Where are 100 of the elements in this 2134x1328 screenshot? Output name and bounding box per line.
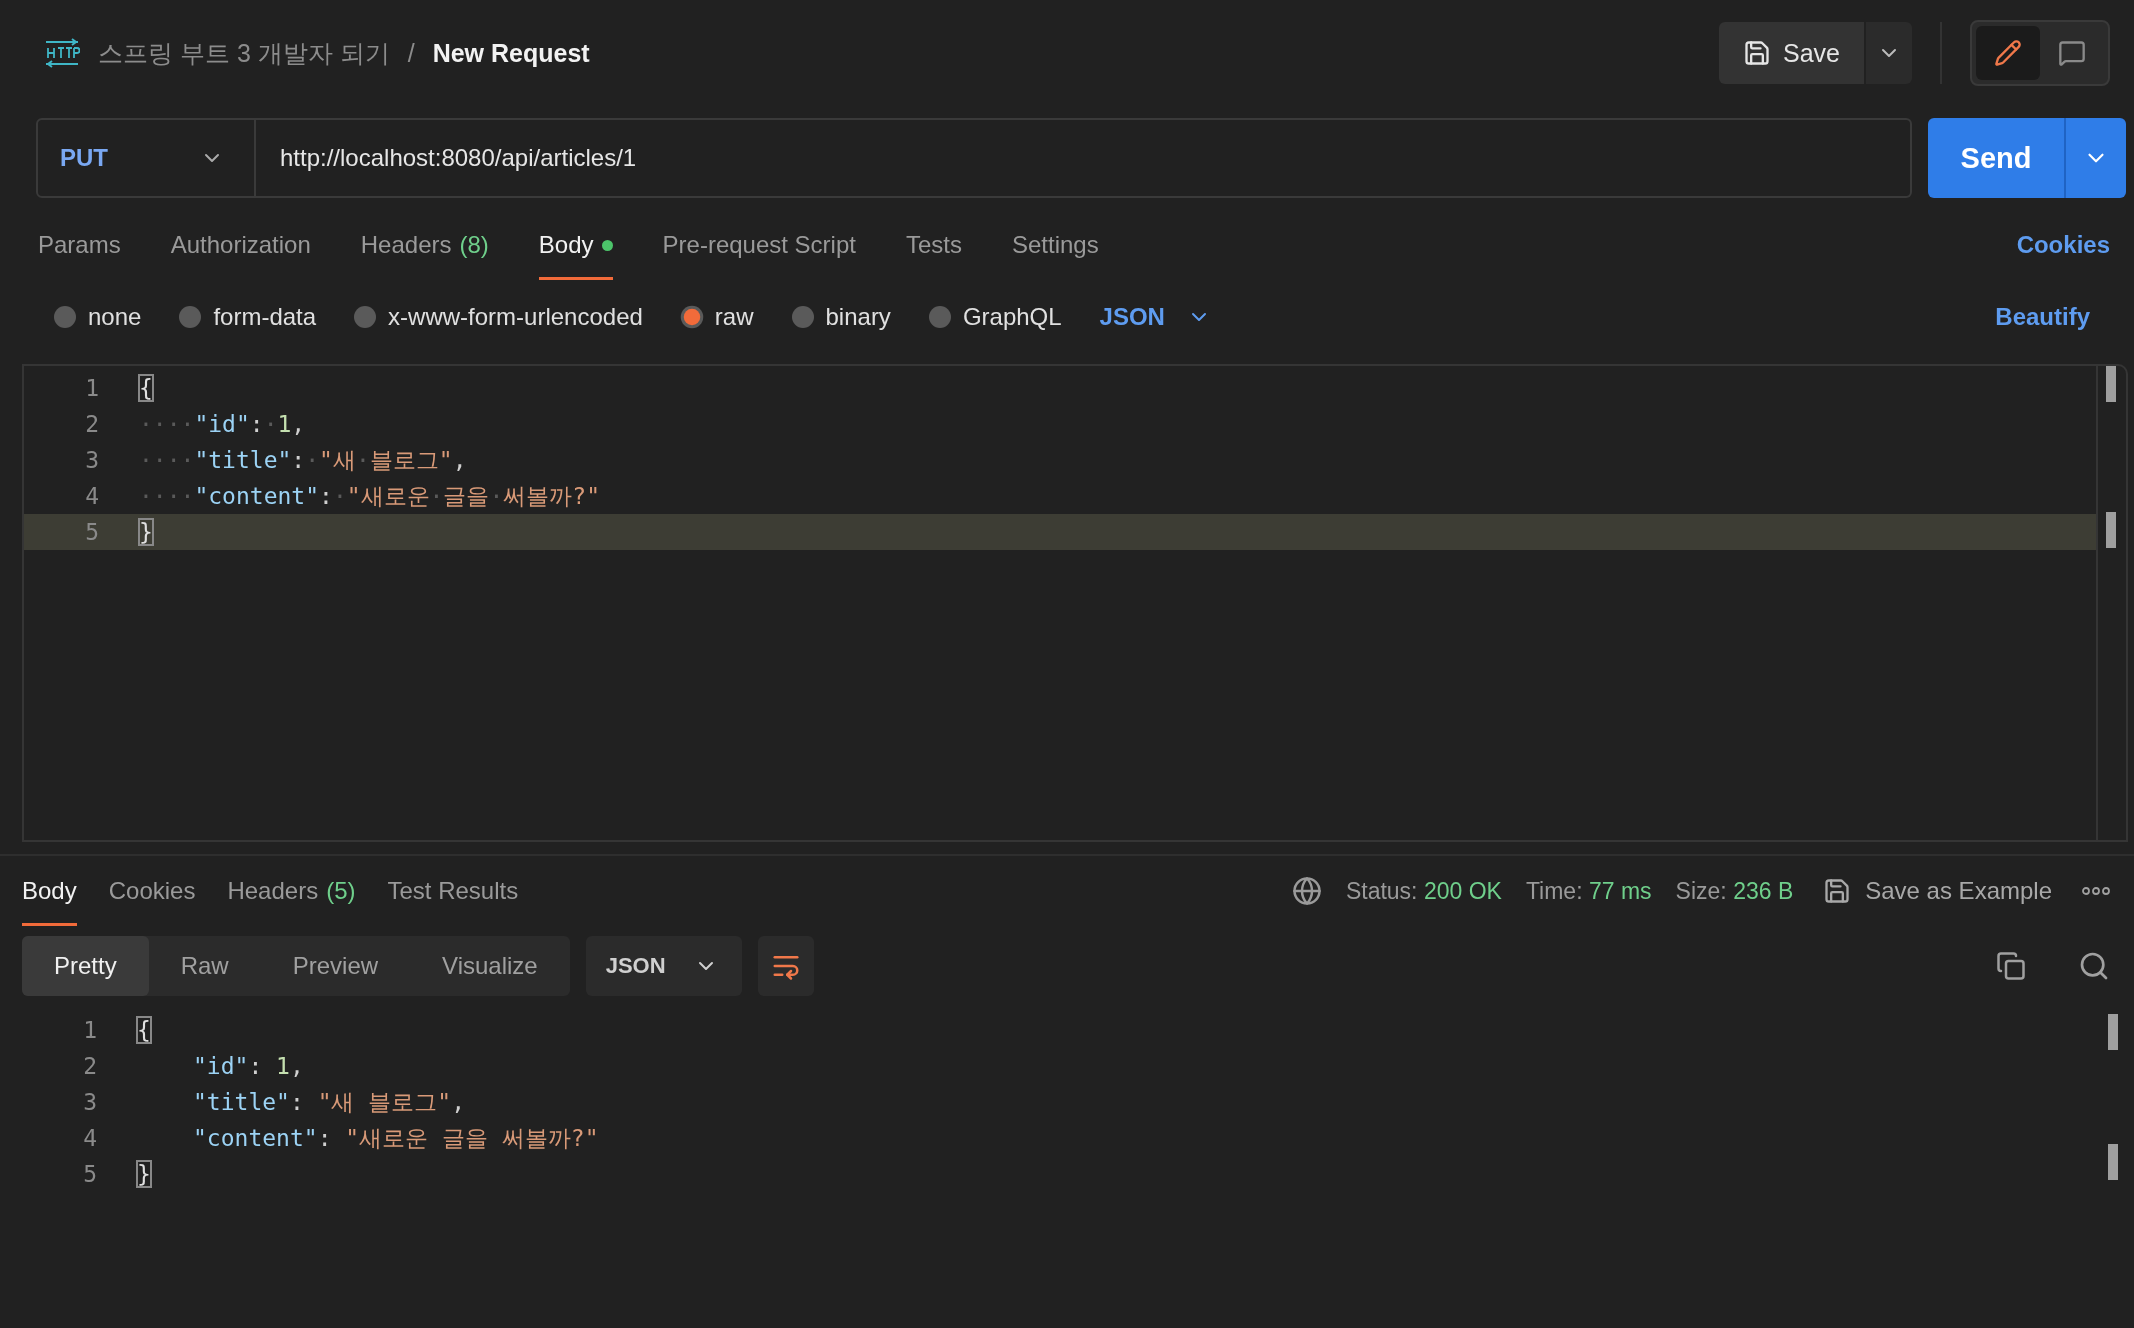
line-number: 2 — [82, 1053, 98, 1079]
response-format-dropdown[interactable]: JSON — [585, 936, 742, 996]
code-token: , — [291, 411, 306, 437]
whitespace-marker: · — [355, 447, 370, 473]
dots-icon — [2082, 887, 2110, 895]
method-dropdown[interactable]: PUT — [36, 118, 256, 198]
radio-button[interactable] — [179, 306, 202, 328]
whitespace-marker: · — [332, 483, 347, 509]
code-token: : — [317, 1125, 333, 1151]
scrollbar-thumb[interactable] — [2106, 366, 2116, 402]
scrollbar-thumb[interactable] — [2108, 1014, 2118, 1050]
code-token: "id" — [193, 1053, 249, 1079]
collection-name[interactable]: 스프링 부트 3 개발자 되기 — [98, 36, 390, 70]
request-tab[interactable]: Headers (8) — [360, 210, 489, 280]
whitespace-marker: ···· — [139, 483, 195, 509]
line-number: 4 — [82, 1125, 98, 1151]
request-tab[interactable]: Tests — [905, 210, 962, 280]
line-number: 4 — [84, 483, 100, 509]
body-format-dropdown[interactable]: JSON — [1099, 303, 1211, 331]
line-number: 5 — [84, 519, 100, 545]
code-token: "title" — [194, 447, 292, 473]
whitespace-marker: ···· — [139, 411, 195, 437]
edit-mode-button[interactable] — [1976, 26, 2040, 80]
code-token: "새 블로그" — [317, 1087, 452, 1117]
line-number: 3 — [84, 447, 100, 473]
url-field[interactable]: http://localhost:8080/api/articles/1 — [256, 118, 1912, 198]
line-number: 1 — [84, 375, 100, 401]
send-options-button[interactable] — [2064, 118, 2126, 198]
whitespace-marker: · — [263, 411, 278, 437]
request-tab[interactable]: Params — [38, 210, 121, 280]
whitespace-marker: · — [305, 447, 320, 473]
code-token: 글을 — [443, 481, 490, 511]
more-button[interactable] — [2082, 887, 2110, 895]
brace: { — [137, 1017, 151, 1043]
response-meta: Status: 200 OK — [1345, 877, 1502, 905]
beautify-link[interactable]: Beautify — [1995, 303, 2090, 331]
breadcrumb-separator: / — [407, 38, 415, 68]
code-token: 1 — [276, 1053, 290, 1079]
save-button[interactable]: Save — [1719, 22, 1864, 84]
scrollbar-thumb[interactable] — [2106, 512, 2116, 548]
save-icon — [1743, 39, 1771, 67]
copy-button[interactable] — [1996, 951, 2026, 981]
response-tab[interactable]: Body — [22, 856, 77, 926]
code-token: "content" — [193, 1125, 318, 1151]
response-tab[interactable]: Test Results — [387, 856, 519, 926]
view-tab[interactable]: Visualize — [410, 936, 570, 996]
line-number: 1 — [82, 1017, 98, 1043]
request-tab[interactable]: Authorization — [170, 210, 311, 280]
search-button[interactable] — [2078, 950, 2110, 982]
radio-label: raw — [714, 303, 754, 331]
radio-label: x-www-form-urlencoded — [388, 303, 643, 331]
radio-label: form-data — [213, 303, 317, 331]
radio-label: GraphQL — [962, 303, 1062, 331]
radio-button[interactable] — [354, 306, 377, 328]
response-meta: Size: 236 B — [1675, 877, 1794, 905]
code-token: "content" — [194, 483, 319, 509]
code-token: 1 — [277, 411, 292, 437]
brace: { — [139, 375, 153, 401]
code-token: : — [289, 1089, 305, 1115]
radio-label: none — [88, 303, 142, 331]
send-button[interactable]: Send — [1928, 118, 2064, 198]
request-body-editor[interactable]: 1 { 2 ····"id":·1, 3 ····"title":·"새·블로그", 4 ····"content":·"새로운·글을·써볼까?" 5 } — [22, 364, 2128, 842]
brace: } — [139, 519, 153, 545]
radio-button[interactable] — [54, 306, 76, 328]
pencil-icon — [1994, 39, 2022, 67]
globe-icon — [1291, 876, 1322, 906]
code-token: , — [289, 1053, 304, 1079]
radio-label: binary — [825, 303, 891, 331]
radio-button[interactable] — [791, 306, 814, 328]
line-number: 3 — [82, 1089, 98, 1115]
request-tab[interactable]: Settings — [1011, 210, 1099, 280]
whitespace-marker: · — [429, 483, 444, 509]
wrap-lines-button[interactable] — [757, 936, 814, 996]
code-token: , — [451, 1089, 466, 1115]
radio-button[interactable] — [683, 308, 701, 326]
code-token: "새로운 글을 써볼까?" — [345, 1123, 599, 1153]
search-icon — [2078, 950, 2110, 982]
line-number: 5 — [82, 1161, 98, 1187]
code-token: : — [249, 411, 264, 437]
save-icon — [1823, 877, 1852, 905]
cookies-link[interactable]: Cookies — [2016, 210, 2110, 280]
view-tab[interactable]: Raw — [148, 936, 261, 996]
request-tab[interactable]: Body — [538, 210, 613, 280]
save-as-example-button[interactable]: Save as Example — [1817, 876, 2058, 906]
view-tab[interactable]: Pretty — [22, 936, 149, 996]
code-token: : — [319, 483, 333, 509]
scrollbar-thumb[interactable] — [2108, 1144, 2118, 1180]
response-tab[interactable]: Cookies — [108, 856, 196, 926]
code-token: , — [452, 447, 467, 473]
code-token: "새로운 — [346, 481, 430, 511]
radio-button[interactable] — [928, 306, 951, 328]
view-tab[interactable]: Preview — [260, 936, 411, 996]
line-number: 2 — [84, 411, 100, 437]
request-tab[interactable]: Pre-request Script — [662, 210, 856, 280]
code-token: : — [291, 447, 306, 473]
whitespace-marker: ···· — [139, 447, 195, 473]
response-tab[interactable]: Headers (5) — [227, 856, 356, 926]
whitespace-marker: · — [489, 483, 504, 509]
copy-icon — [1996, 951, 2026, 981]
code-token: : — [248, 1053, 264, 1079]
